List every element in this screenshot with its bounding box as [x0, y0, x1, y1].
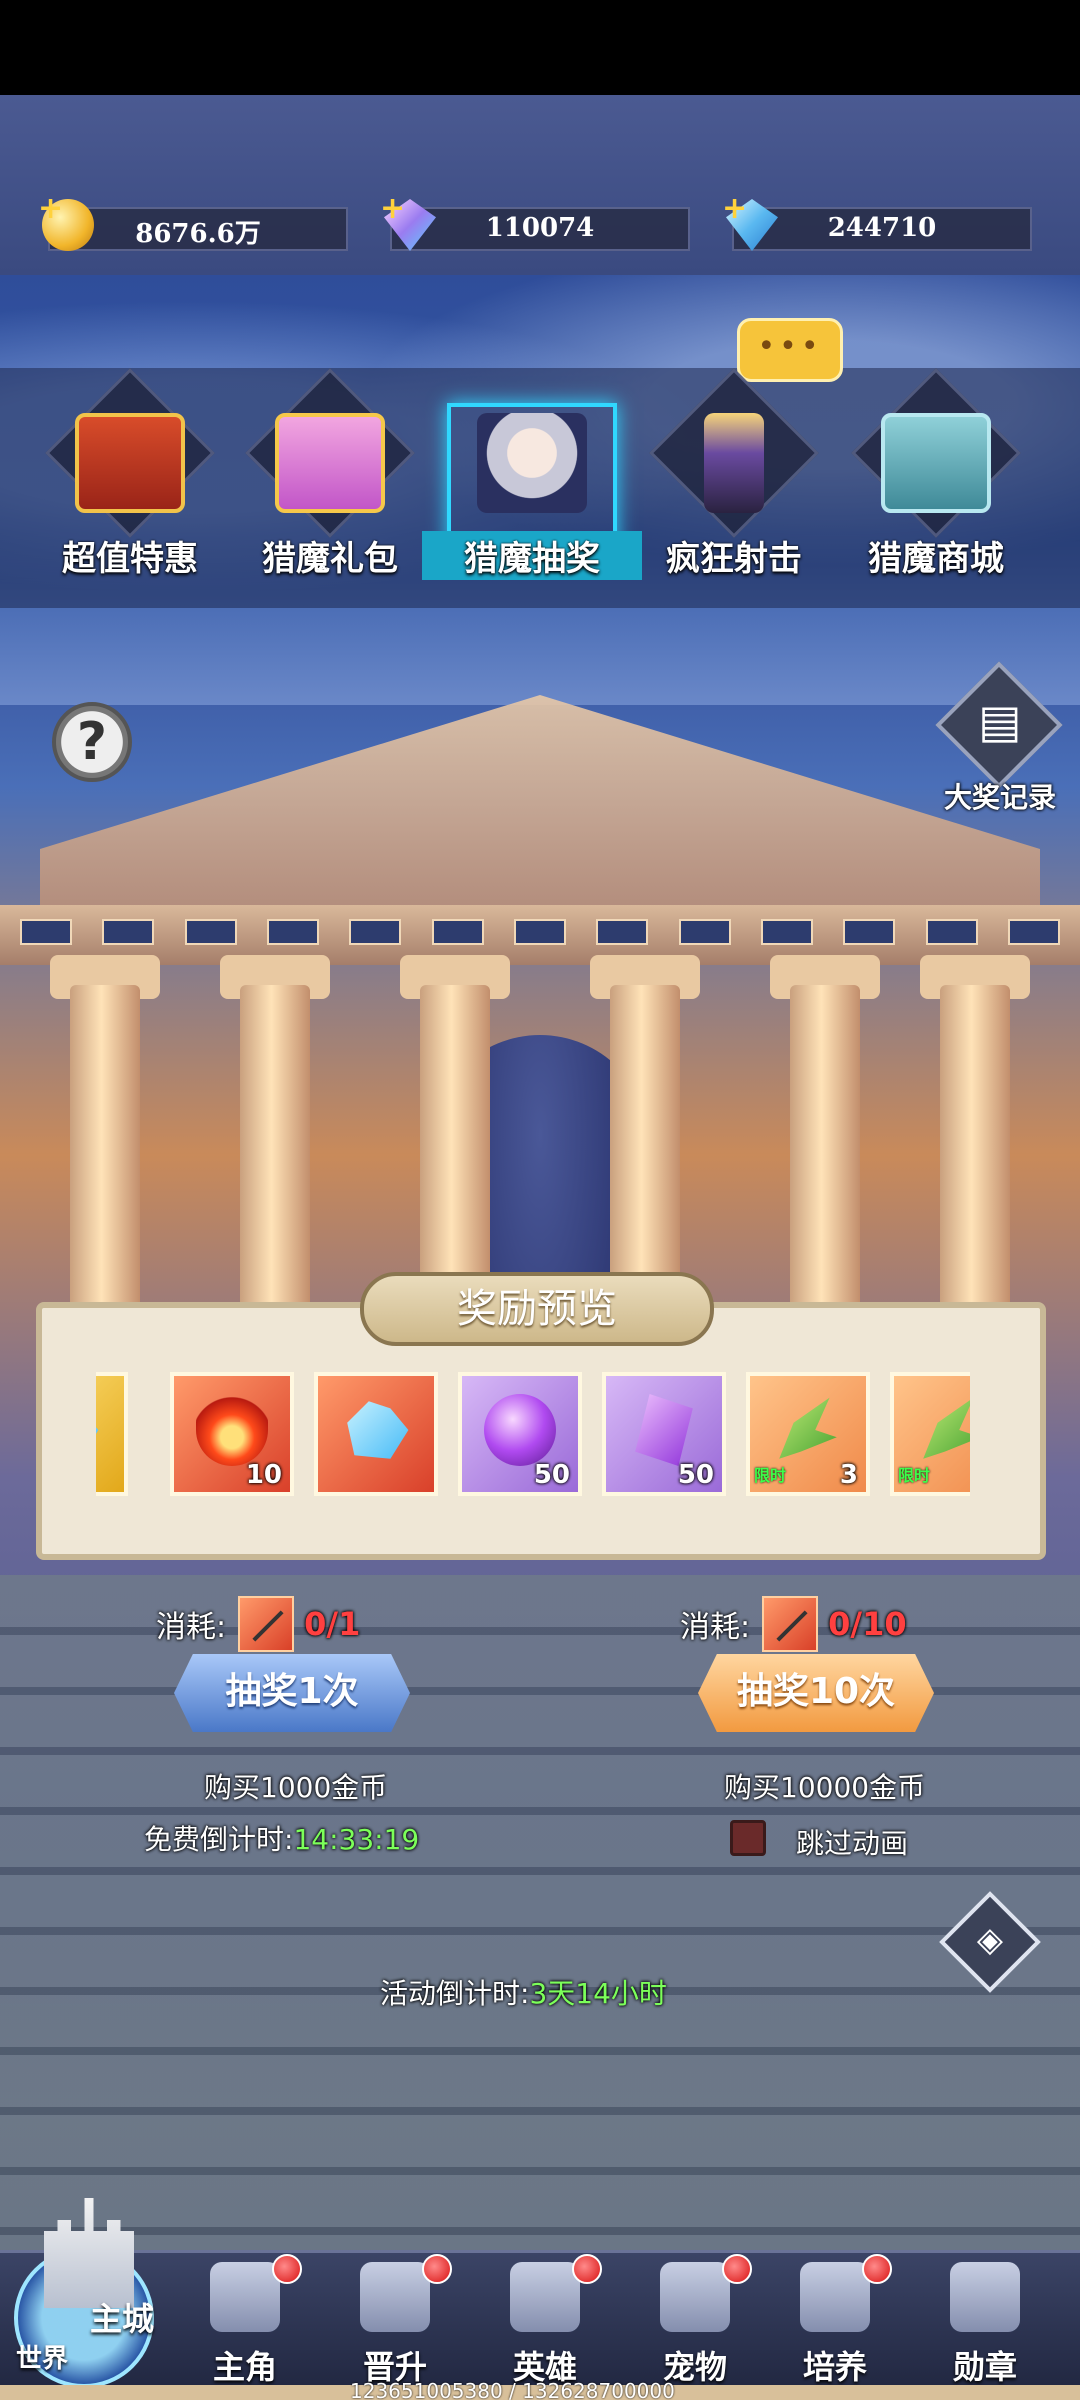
nav-train[interactable]: 培养 [760, 2254, 910, 2386]
reward-item[interactable]: 限时 [890, 1372, 970, 1496]
nav-heroes[interactable]: 英雄 [470, 2254, 620, 2386]
reward-count: 10 [245, 1460, 282, 1490]
notification-dot [572, 2254, 602, 2284]
gold-counter[interactable]: + 8676.6万 [38, 191, 348, 251]
shop-chest-icon [881, 413, 991, 513]
treasure-chest-icon [75, 413, 185, 513]
tab-label: 超值特惠 [62, 539, 198, 579]
eye-icon: ◈ [976, 1920, 1004, 1960]
train-icon [800, 2262, 870, 2332]
fire-essence-icon [196, 1394, 268, 1466]
limited-tag: 限时 [898, 1466, 931, 1485]
nav-promote[interactable]: 晋升 [320, 2254, 470, 2386]
cost-qty: 0/1 [304, 1605, 361, 1643]
reward-count: 3 [839, 1460, 858, 1490]
free-countdown-label: 免费倒计时: [144, 1823, 294, 1856]
pink-diamond-value: 110074 [485, 213, 595, 243]
spear-ticket-icon [762, 1596, 819, 1652]
nav-medals[interactable]: 勋章 [910, 2262, 1060, 2386]
blue-diamond-value: 244710 [827, 213, 937, 243]
tab-label: 疯狂射击 [666, 539, 802, 579]
free-countdown-time: 14:33:19 [293, 1823, 420, 1856]
notification-dot [272, 2254, 302, 2284]
tab-label: 猎魔商城 [868, 539, 1004, 579]
reward-item[interactable]: 10 [170, 1372, 294, 1496]
nav-pets[interactable]: 宠物 [620, 2254, 770, 2386]
reward-count: 50 [533, 1460, 570, 1490]
tab-hunter-lottery[interactable]: 猎魔抽奖 [422, 383, 642, 593]
single-bonus-text: 购买1000金币 [204, 1771, 388, 1804]
ten-bonus-text: 购买10000金币 [724, 1771, 926, 1804]
diamond-icon [96, 1401, 99, 1459]
hero-icon [210, 2262, 280, 2332]
switch-view-button[interactable]: ◈ [938, 1890, 1042, 1994]
tab-super-value[interactable]: 超值特惠 [30, 368, 230, 593]
reward-item[interactable]: 50 [458, 1372, 582, 1496]
temple-pediment [40, 695, 1040, 915]
helmet-icon [510, 2262, 580, 2332]
world-label: 世界 [16, 2344, 69, 2374]
skip-animation-checkbox[interactable] [730, 1820, 766, 1856]
clipboard-icon: ▤ [978, 694, 1022, 748]
reward-preview-title: 奖励预览 [360, 1272, 714, 1346]
reward-item[interactable] [314, 1372, 438, 1496]
reward-item[interactable] [96, 1372, 128, 1496]
home-label: 主城 [90, 2300, 155, 2338]
nav-hero[interactable]: 主角 [170, 2254, 320, 2386]
help-button[interactable]: ? [52, 702, 132, 782]
castle-icon [44, 2198, 134, 2308]
ten-draw-cost: 消耗: 0/10 [680, 1594, 907, 1654]
tab-hunter-shop[interactable]: 猎魔商城 [836, 368, 1036, 593]
notification-dot [862, 2254, 892, 2284]
chat-bubble-icon[interactable] [737, 318, 843, 382]
pet-icon [660, 2262, 730, 2332]
reward-count: 50 [677, 1460, 714, 1490]
jackpot-record-button[interactable]: ▤ 大奖记录 [935, 661, 1064, 814]
tab-label: 猎魔礼包 [262, 539, 398, 579]
event-countdown-time: 3天14小时 [529, 1977, 667, 2010]
nav-label: 勋章 [952, 2348, 1017, 2386]
skip-animation-label: 跳过动画 [796, 1827, 909, 1860]
gold-value: 8676.6万 [135, 219, 261, 249]
status-bar [0, 0, 1080, 95]
event-countdown: 活动倒计时:3天14小时 [380, 1972, 667, 2012]
purple-shard-icon [635, 1394, 693, 1466]
notification-dot [722, 2254, 752, 2284]
reward-scroll-row[interactable]: 10 50 50 限时 3 限时 [96, 1372, 970, 1496]
record-label: 大奖记录 [943, 781, 1056, 814]
laurel-leaf-icon [779, 1397, 837, 1459]
home-city-button[interactable]: 主城 世界 [14, 2198, 164, 2388]
nav-label: 培养 [802, 2348, 867, 2386]
cost-label: 消耗: [680, 1610, 751, 1645]
laurel-leaf-icon [923, 1397, 970, 1459]
cost-label: 消耗: [156, 1610, 227, 1645]
tab-crazy-shooting[interactable]: 疯狂射击 [634, 368, 834, 593]
blue-diamond-counter[interactable]: + 244710 [722, 191, 1032, 251]
free-countdown: 免费倒计时:14:33:19 [144, 1818, 419, 1858]
notification-dot [422, 2254, 452, 2284]
single-draw-cost: 消耗: 0/1 [156, 1594, 360, 1654]
progress-footer: 123651005380 / 132628700000 [0, 2379, 1080, 2400]
draw-ten-button[interactable]: 抽奖10次 [698, 1654, 934, 1732]
reward-item[interactable]: 50 [602, 1372, 726, 1496]
tab-label: 猎魔抽奖 [422, 531, 642, 580]
hero-portrait-icon [477, 413, 587, 513]
frieze-windows [20, 919, 1060, 949]
draw-once-button[interactable]: 抽奖1次 [174, 1654, 410, 1732]
gift-box-icon [275, 413, 385, 513]
purple-orb-icon [484, 1394, 556, 1466]
medal-icon [950, 2262, 1020, 2332]
event-countdown-label: 活动倒计时: [380, 1977, 530, 2010]
tab-hunter-pack[interactable]: 猎魔礼包 [230, 368, 430, 593]
reward-item[interactable]: 限时 3 [746, 1372, 870, 1496]
bullet-tower-icon [704, 413, 764, 513]
limited-tag: 限时 [754, 1466, 787, 1485]
nav-label: 主角 [212, 2348, 277, 2386]
spear-ticket-icon [238, 1596, 295, 1652]
pink-diamond-counter[interactable]: + 110074 [380, 191, 690, 251]
progress-footer-text: 123651005380 / 132628700000 [350, 2379, 675, 2400]
promote-icon [360, 2262, 430, 2332]
blue-crystal-icon [347, 1401, 409, 1459]
cost-qty: 0/10 [828, 1605, 907, 1643]
